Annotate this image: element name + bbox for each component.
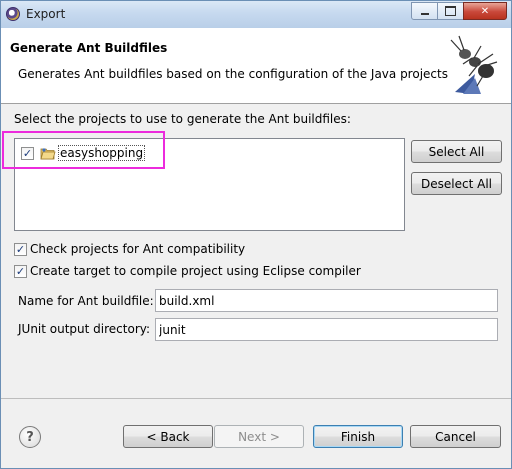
highlight-box [2,131,165,169]
close-button[interactable]: ✕ [463,2,507,20]
junit-label: JUnit output directory: [18,322,151,336]
junit-input[interactable] [155,318,498,341]
check-compat-label: Check projects for Ant compatibility [30,242,246,256]
projects-label: Select the projects to use to generate t… [14,112,351,126]
buildfile-input[interactable] [155,289,498,312]
check-compat-checkbox[interactable]: ✓ [14,242,27,256]
footer-divider [1,398,511,399]
minimize-button[interactable] [411,2,438,20]
create-target-option[interactable]: ✓ Create target to compile project using… [14,263,361,279]
check-compat-option[interactable]: ✓ Check projects for Ant compatibility [14,241,245,257]
finish-button[interactable]: Finish [313,425,403,448]
header-divider [1,103,511,104]
export-dialog: Export ✕ Generate Ant Buildfiles Generat… [0,0,512,469]
ant-icon [450,35,498,94]
help-icon[interactable]: ? [19,426,41,448]
back-button[interactable]: < Back [123,425,213,448]
deselect-all-button[interactable]: Deselect All [411,172,502,195]
page-title: Generate Ant Buildfiles [10,41,168,55]
buildfile-label: Name for Ant buildfile: [18,294,154,308]
maximize-icon [445,6,456,16]
next-button[interactable]: Next > [214,425,304,448]
minimize-icon [420,13,429,15]
page-description: Generates Ant buildfiles based on the co… [18,67,448,81]
cancel-button[interactable]: Cancel [410,425,501,448]
create-target-checkbox[interactable]: ✓ [14,264,27,278]
select-all-button[interactable]: Select All [411,140,502,163]
create-target-label: Create target to compile project using E… [30,264,361,278]
eclipse-icon [6,7,20,21]
close-icon: ✕ [480,5,490,17]
maximize-button[interactable] [437,2,464,20]
title-bar[interactable]: Export ✕ [1,1,511,28]
wizard-header: Generate Ant Buildfiles Generates Ant bu… [1,28,511,103]
window-title: Export [26,7,66,21]
